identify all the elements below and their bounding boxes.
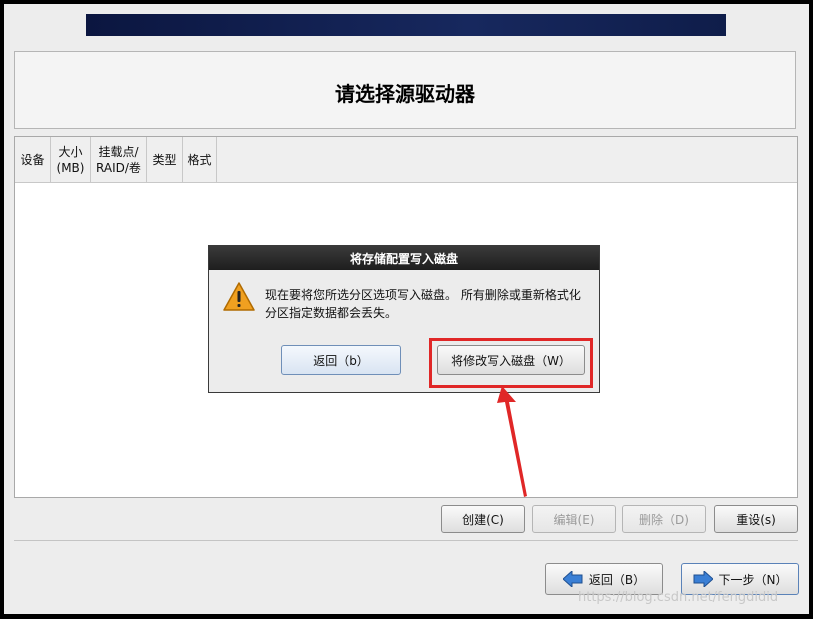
delete-button[interactable]: 删除（D) [622, 505, 706, 533]
dialog-back-button[interactable]: 返回（b） [281, 345, 401, 375]
header-banner [86, 14, 726, 36]
arrow-right-icon [693, 571, 713, 587]
watermark: https://blog.csdn.net/fengdidid [578, 590, 779, 605]
create-button[interactable]: 创建(C) [441, 505, 525, 533]
col-device[interactable]: 设备 [15, 137, 51, 182]
col-format[interactable]: 格式 [183, 137, 217, 182]
dialog-message: 现在要将您所选分区选项写入磁盘。 所有删除或重新格式化分区指定数据都会丢失。 [265, 288, 581, 320]
page-title: 请选择源驱动器 [335, 82, 475, 106]
col-type[interactable]: 类型 [147, 137, 183, 182]
arrow-left-icon [562, 571, 583, 587]
edit-button[interactable]: 编辑(E) [532, 505, 616, 533]
footer-divider [14, 540, 798, 541]
title-panel: 请选择源驱动器 [14, 51, 796, 129]
dialog-title: 将存储配置写入磁盘 [209, 246, 599, 270]
next-nav-label: 下一步（N） [718, 572, 788, 587]
col-size[interactable]: 大小 (MB) [51, 137, 91, 182]
back-nav-label: 返回（B） [588, 572, 646, 587]
reset-button[interactable]: 重设(s) [714, 505, 798, 533]
warning-icon [223, 282, 255, 311]
table-header: 设备 大小 (MB) 挂载点/ RAID/卷 类型 格式 [15, 137, 797, 183]
col-mount[interactable]: 挂载点/ RAID/卷 [91, 137, 147, 182]
highlight-box [429, 338, 593, 388]
annotation-arrow-icon [497, 386, 527, 497]
